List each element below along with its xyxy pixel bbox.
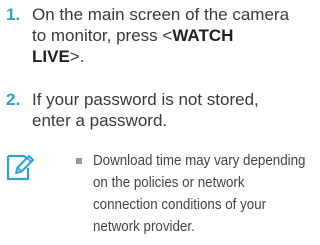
step-1-line-3: LIVE>.	[32, 46, 307, 67]
step-2-text: If your password is not stored, enter a …	[32, 89, 307, 131]
step-1-text: On the main screen of the camera to moni…	[32, 4, 307, 67]
note-bullet	[76, 158, 82, 164]
step-1-line-1: On the main screen of the camera	[32, 5, 290, 24]
note-line-2: on the policies or network	[93, 174, 245, 191]
note-block: Download time may vary depending on the …	[0, 149, 320, 241]
note-text: Download time may vary depending on the …	[93, 150, 313, 238]
step-1-line-3-suffix: >.	[69, 47, 85, 66]
note-pencil-icon	[4, 152, 34, 182]
note-line-3: connection conditions of your	[93, 196, 267, 213]
note-line-1: Download time may vary depending	[93, 152, 306, 169]
step-2: 2. If your password is not stored, enter…	[0, 89, 307, 131]
step-1-line-2-prefix: to monitor, press <	[32, 26, 173, 45]
note-line-4: network provider.	[93, 218, 195, 235]
step-1: 1. On the main screen of the camera to m…	[0, 4, 307, 67]
step-2-line-2: enter a password.	[32, 111, 168, 130]
step-1-number: 1.	[6, 5, 21, 24]
step-1-line-2: to monitor, press <WATCH	[32, 25, 307, 46]
step-2-line-1: If your password is not stored,	[32, 90, 259, 109]
step-1-button-name-part-2: LIVE	[32, 47, 70, 66]
step-2-number: 2.	[6, 90, 21, 109]
step-1-button-name-part-1: WATCH	[172, 26, 234, 45]
